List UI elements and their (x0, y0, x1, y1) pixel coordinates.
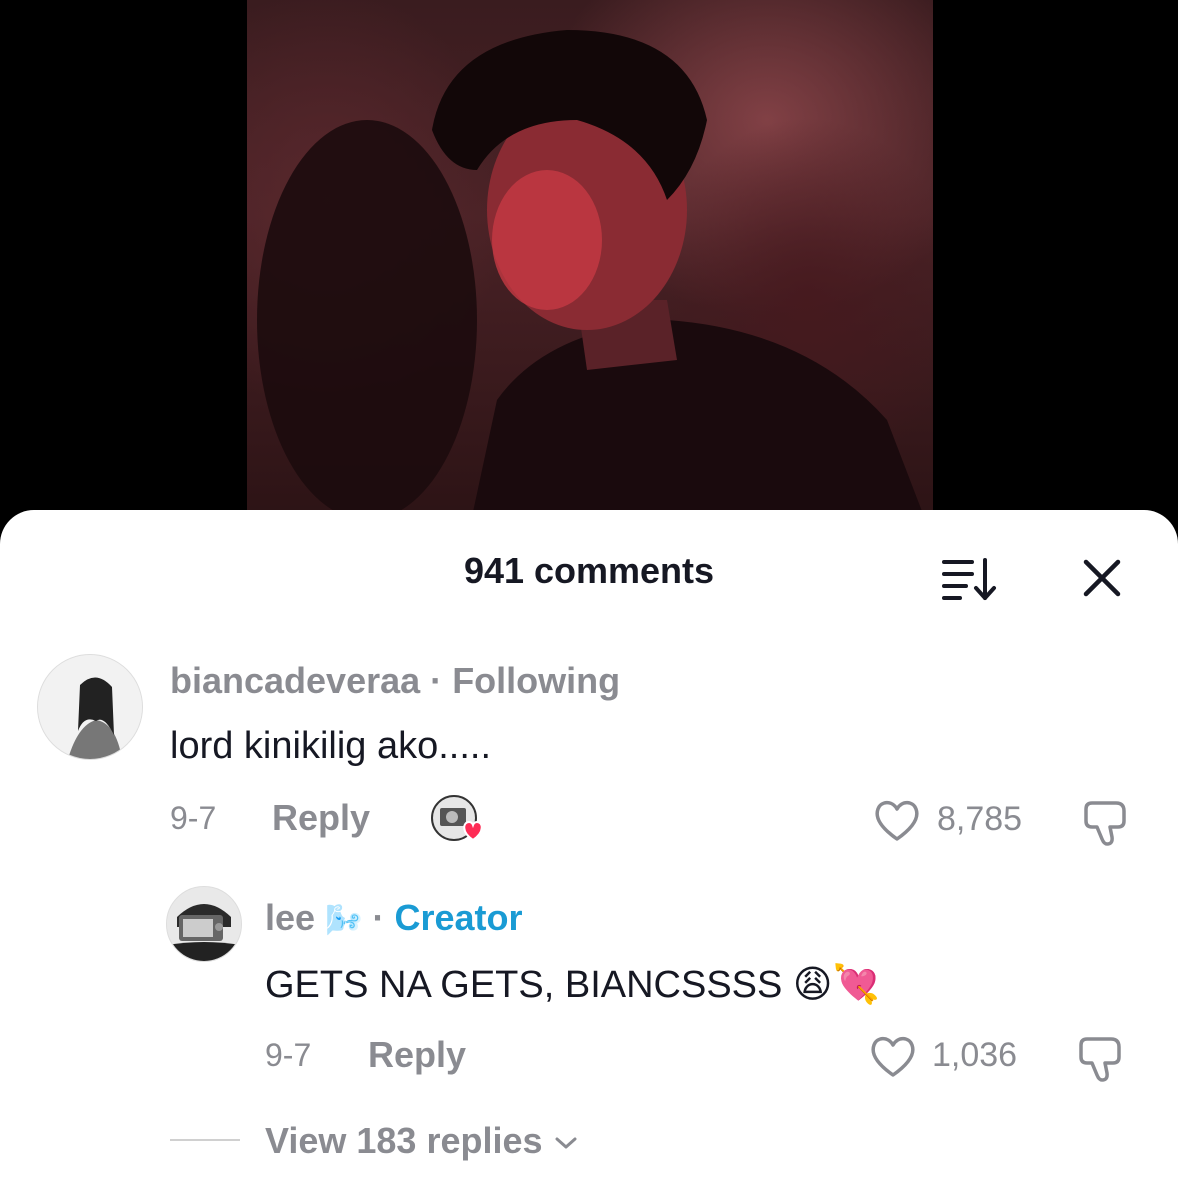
reply-date: 9-7 (265, 1037, 312, 1073)
like-button[interactable] (872, 797, 922, 848)
video-thumbnail[interactable] (247, 0, 933, 540)
video-scene (257, 30, 933, 540)
following-label: Following (452, 660, 621, 701)
heart-icon (875, 800, 919, 841)
heart-icon (871, 1036, 915, 1077)
reply-username[interactable]: lee (265, 897, 315, 938)
separator-dot: · (372, 897, 385, 938)
chevron-down-icon (555, 1137, 577, 1149)
reply-username-line: lee 🌬️ · Creator (265, 897, 523, 939)
avatar-image (38, 655, 142, 759)
reply-like-button[interactable] (868, 1033, 918, 1084)
reply-button[interactable]: Reply (272, 797, 370, 839)
comment-username-line: biancadeveraa · Following (170, 660, 620, 702)
reply-like-count: 1,036 (932, 1036, 1018, 1074)
comment-text: lord kinikilig ako..... (170, 725, 492, 767)
dislike-icon (1084, 801, 1126, 846)
dislike-icon (1079, 1037, 1121, 1082)
comment-item: biancadeveraa · Following lord kinikilig… (0, 510, 1178, 1194)
comments-sheet: 941 comments biancadeveraa · Following l… (0, 510, 1178, 1194)
dislike-button[interactable] (1080, 797, 1132, 854)
separator-dot: · (430, 660, 443, 701)
view-replies-button[interactable]: View 183 replies (265, 1120, 579, 1162)
view-replies-label: View 183 replies (265, 1120, 543, 1161)
comment-date: 9-7 (170, 800, 217, 836)
username[interactable]: biancadeveraa (170, 660, 420, 701)
reply-to-reply-button[interactable]: Reply (368, 1034, 466, 1076)
creator-liked-indicator (430, 792, 486, 848)
wind-icon: 🌬️ (325, 904, 363, 937)
reply-dislike-button[interactable] (1075, 1033, 1127, 1090)
like-count: 8,785 (937, 800, 1023, 838)
view-replies-divider (170, 1139, 240, 1141)
video-player[interactable] (0, 0, 1178, 540)
creator-avatar-heart-icon (431, 795, 483, 842)
creator-badge: Creator (394, 897, 523, 938)
creator-avatar[interactable] (166, 886, 242, 962)
reply-text: GETS NA GETS, BIANCSSSS 😩💘 (265, 964, 880, 1006)
avatar[interactable] (37, 654, 143, 760)
creator-avatar-image (167, 887, 241, 961)
